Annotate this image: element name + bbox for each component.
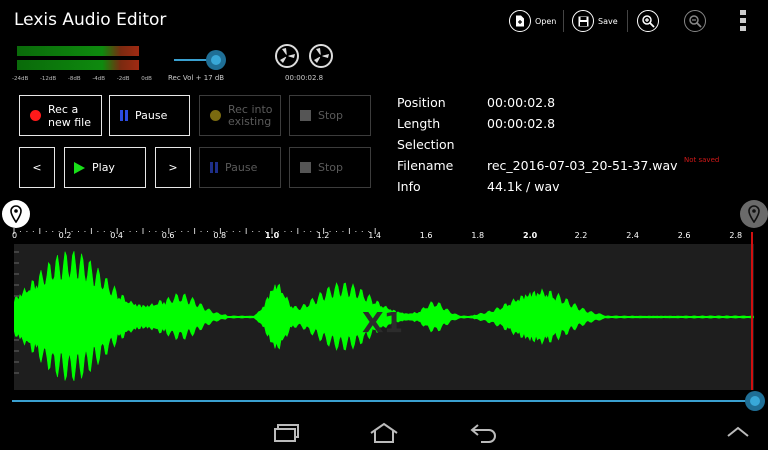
zoom-out-icon: [684, 10, 706, 32]
pause-icon: [210, 162, 218, 173]
info-label: Info: [397, 179, 421, 194]
ruler-label: 0.2: [58, 231, 72, 240]
previous-button[interactable]: <: [19, 147, 55, 188]
tape-reel-left-icon: [275, 44, 299, 68]
pause-record-button[interactable]: Pause: [109, 95, 190, 136]
rec-new-file-label: Rec a new file: [48, 102, 91, 129]
pause-playback-button[interactable]: Pause: [199, 147, 281, 188]
map-pin-icon: [748, 205, 760, 223]
pause-playback-label: Pause: [225, 161, 258, 174]
filename-value: rec_2016-07-03_20-51-37.wav: [487, 158, 678, 173]
map-pin-icon: [10, 205, 22, 223]
meter-scale-label: -8dB: [67, 76, 81, 82]
rec-into-existing-button[interactable]: Rec into existing: [199, 95, 281, 136]
info-value: 44.1k / wav: [487, 179, 560, 194]
stop-icon: [300, 162, 311, 173]
home-icon[interactable]: [369, 422, 399, 444]
zoom-watermark: X1: [362, 306, 404, 339]
pause-icon: [120, 110, 128, 121]
position-value: 00:00:02.8: [487, 95, 556, 110]
stop-label: Stop: [318, 109, 344, 122]
ruler-label: 1.4: [368, 231, 381, 240]
open-label: Open: [535, 16, 557, 26]
meter-scale-label: -4dB: [92, 76, 106, 82]
record-icon: [30, 110, 41, 121]
rec-new-file-button[interactable]: Rec a new file: [19, 95, 102, 136]
tape-reel-right-icon: [309, 44, 333, 68]
rec-volume-slider-thumb[interactable]: [206, 50, 226, 70]
ruler-label: 0.6: [161, 231, 175, 240]
next-label: >: [168, 161, 178, 174]
tape-time: 00:00:02.8: [285, 74, 324, 82]
ruler-label: 2.8: [729, 231, 743, 240]
stop-playback-button[interactable]: Stop: [289, 147, 371, 188]
next-button[interactable]: >: [155, 147, 191, 188]
position-scrubber-thumb[interactable]: [745, 391, 765, 411]
play-label: Play: [92, 161, 115, 174]
floppy-save-icon: [572, 10, 594, 32]
meter-scale-label: 0dB: [141, 76, 152, 82]
filename-label: Filename: [397, 158, 454, 173]
ruler-label: 1.0: [265, 231, 280, 240]
app-title: Lexis Audio Editor: [14, 10, 167, 30]
position-scrubber-track[interactable]: [12, 400, 754, 402]
ruler-label: 0: [12, 231, 18, 240]
more-vertical-icon: [740, 10, 746, 31]
meter-scale-label: -24dB: [12, 76, 29, 82]
overflow-menu-button[interactable]: [740, 10, 746, 36]
toolbar-divider: [627, 10, 628, 32]
ruler-label: 2.2: [574, 231, 588, 240]
meter-scale-label: -2dB: [116, 76, 130, 82]
length-value: 00:00:02.8: [487, 116, 556, 131]
chevron-up-icon[interactable]: [726, 426, 750, 438]
ruler-label: 2.6: [677, 231, 691, 240]
start-marker-pin[interactable]: [2, 200, 30, 228]
stop-icon: [300, 110, 311, 121]
length-label: Length: [397, 116, 441, 131]
system-nav-bar: [0, 412, 768, 450]
meter-scale-label: -12dB: [39, 76, 57, 82]
ruler-label: 1.6: [419, 231, 433, 240]
ruler-label: 1.2: [316, 231, 330, 240]
pause-label: Pause: [135, 109, 168, 122]
record-icon: [210, 110, 221, 121]
previous-label: <: [32, 161, 42, 174]
play-button[interactable]: Play: [64, 147, 146, 188]
ruler-label: 1.8: [471, 231, 485, 240]
selection-label: Selection: [397, 137, 455, 152]
level-meter-left: [17, 46, 139, 56]
ruler-label: 0.8: [213, 231, 227, 240]
playhead: [751, 232, 753, 390]
ruler-label: 2.4: [626, 231, 639, 240]
ruler-label: 0.4: [110, 231, 123, 240]
zoom-out-button[interactable]: [684, 8, 706, 34]
not-saved-badge: Not saved: [684, 156, 720, 164]
rec-volume-label: Rec Vol + 17 dB: [168, 74, 225, 82]
stop-record-button[interactable]: Stop: [289, 95, 371, 136]
ruler-label: 2.0: [523, 231, 538, 240]
stop-playback-label: Stop: [318, 161, 344, 174]
meter-scale: -24dB -12dB -8dB -4dB -2dB 0dB: [12, 76, 152, 82]
position-label: Position: [397, 95, 446, 110]
back-icon[interactable]: [469, 423, 497, 443]
zoom-in-button[interactable]: [637, 8, 659, 34]
level-meter-right: [17, 60, 139, 70]
save-button[interactable]: Save: [572, 8, 618, 34]
play-icon: [74, 161, 85, 174]
toolbar-divider: [563, 10, 564, 32]
recent-apps-icon[interactable]: [274, 424, 300, 442]
rec-into-existing-label: Rec into existing: [228, 102, 273, 128]
open-button[interactable]: Open: [509, 8, 556, 34]
zoom-in-icon: [637, 10, 659, 32]
file-open-icon: [509, 10, 531, 32]
save-label: Save: [598, 16, 618, 26]
end-marker-pin[interactable]: [740, 200, 768, 228]
